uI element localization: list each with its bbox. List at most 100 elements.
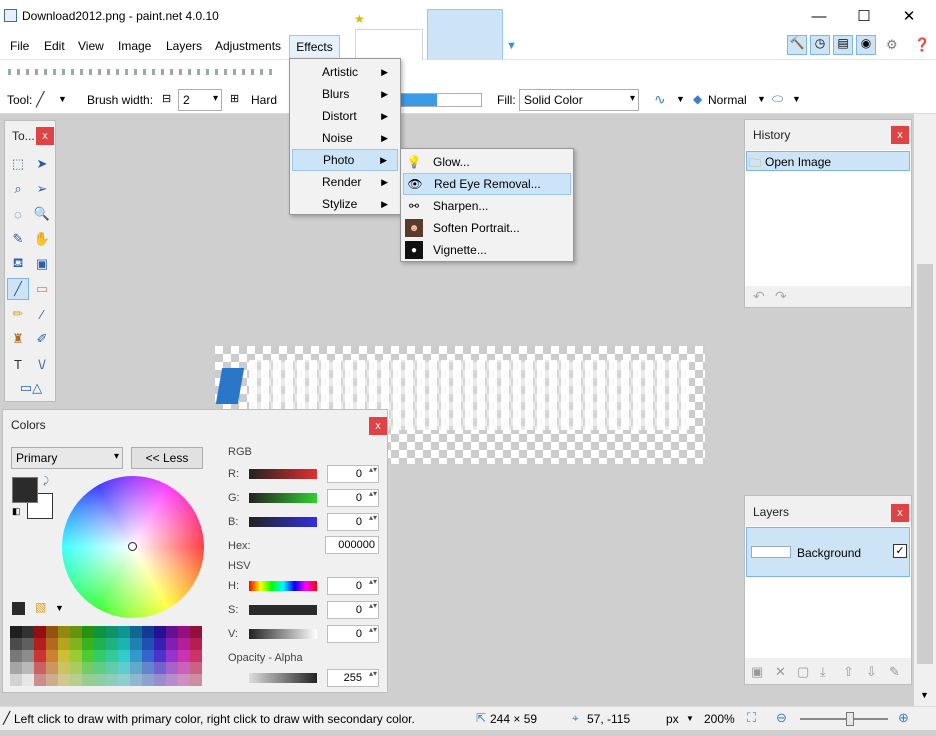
palette-swatch[interactable] [34,626,46,638]
palette-swatch[interactable] [130,674,142,686]
palette-swatch[interactable] [22,650,34,662]
menu-image[interactable]: Image [118,39,151,53]
palette-swatch[interactable] [190,638,202,650]
palette-swatch[interactable] [22,638,34,650]
layer-visibility-checkbox[interactable]: ✓ [893,544,907,558]
blend-mode-dropdown-icon[interactable]: ▼ [757,94,766,104]
blue-slider[interactable] [249,517,317,527]
palette-swatch[interactable] [166,674,178,686]
palette-swatch[interactable] [70,638,82,650]
reset-colors-icon[interactable]: ◧ [12,506,21,517]
palette-swatch[interactable] [130,626,142,638]
palette-swatch[interactable] [70,674,82,686]
zoom-level[interactable]: 200% [704,712,735,726]
palette-swatch[interactable] [94,662,106,674]
primary-mini-swatch[interactable] [12,602,25,615]
zoom-slider-thumb[interactable] [846,712,854,726]
move-layer-down-icon[interactable]: ⇩ [866,664,877,680]
green-input[interactable]: 0 [327,489,379,507]
palette-swatch[interactable] [34,674,46,686]
palette-swatch[interactable] [106,638,118,650]
opacity-slider[interactable] [249,673,317,683]
gradient-icon[interactable]: ▣ [31,253,53,275]
colors-toggle-icon[interactable]: ◉ [856,35,876,55]
palette-swatch[interactable] [58,650,70,662]
current-tool-brush-icon[interactable]: ╱ [36,91,44,108]
saturation-input[interactable]: 0 [327,601,379,619]
layers-panel-close-button[interactable]: x [891,504,909,522]
palette-swatch[interactable] [166,638,178,650]
palette-swatch[interactable] [70,650,82,662]
palette-swatch[interactable] [46,650,58,662]
palette-swatch[interactable] [94,626,106,638]
palette-swatch[interactable] [58,638,70,650]
add-layer-icon[interactable]: ▣ [751,664,763,680]
ellipse-select-icon[interactable]: ◌ [7,203,29,225]
red-input[interactable]: 0 [327,465,379,483]
red-slider[interactable] [249,469,317,479]
palette-swatch[interactable] [10,662,22,674]
palette-swatch[interactable] [178,674,190,686]
palette-swatch[interactable] [58,626,70,638]
palette-swatch[interactable] [118,638,130,650]
palette-swatch[interactable] [166,662,178,674]
palette-swatch[interactable] [82,662,94,674]
history-toggle-icon[interactable]: ◷ [810,35,830,55]
move-selected-icon[interactable]: ➤ [31,153,53,175]
palette-swatch[interactable] [106,626,118,638]
palette-swatch[interactable] [154,638,166,650]
palette-swatch[interactable] [82,674,94,686]
palette-swatch[interactable] [46,626,58,638]
palette-swatch[interactable] [10,626,22,638]
value-input[interactable]: 0 [327,625,379,643]
less-button[interactable]: << Less [131,447,203,469]
primary-color-swatch[interactable] [12,477,38,503]
palette-swatch[interactable] [166,650,178,662]
palette-swatch[interactable] [82,626,94,638]
blend-mode-icon[interactable]: ◆ [693,92,702,106]
menu-file[interactable]: File [10,39,29,53]
menu-view[interactable]: View [78,39,104,53]
tool-dropdown-arrow-icon[interactable]: ▼ [58,94,67,104]
help-icon[interactable]: ❓ [914,37,930,53]
palette-swatch[interactable] [34,638,46,650]
palette-swatch[interactable] [94,638,106,650]
eraser-icon[interactable]: ▭ [31,278,53,300]
hue-slider[interactable] [249,581,317,591]
palette-swatch[interactable] [58,662,70,674]
effects-item-photo[interactable]: Photo ▶ [292,149,398,171]
paintbrush-icon[interactable]: ╱ [7,278,29,300]
palette-swatch[interactable] [10,638,22,650]
palette-swatch[interactable] [118,626,130,638]
units-dropdown-icon[interactable]: ▼ [686,714,694,723]
palette-swatch[interactable] [190,674,202,686]
clone-stamp-icon[interactable]: ♜ [7,328,29,350]
menu-edit[interactable]: Edit [44,39,65,53]
effects-item-distort[interactable]: Distort ▶ [292,105,398,127]
close-button[interactable]: ✕ [886,0,932,32]
palette-swatch[interactable] [118,674,130,686]
color-wheel[interactable] [62,476,204,618]
saturation-slider[interactable] [249,605,317,615]
palette-swatch[interactable] [166,626,178,638]
hex-input[interactable]: 000000 [325,536,379,554]
text-icon[interactable]: T [7,353,29,375]
antialias-dropdown-icon[interactable]: ▼ [676,94,685,104]
opacity-input[interactable]: 255 [327,669,379,687]
colors-panel-close-button[interactable]: x [369,417,387,435]
palette-swatch[interactable] [154,674,166,686]
brush-width-spinner-icon[interactable]: ⊟ [162,92,171,105]
layer-properties-icon[interactable]: ✎ [889,664,900,680]
units-selector[interactable]: px [666,712,679,726]
green-slider[interactable] [249,493,317,503]
palette-swatch[interactable] [178,662,190,674]
fill-combo[interactable]: Solid Color ▾ [519,89,639,111]
blue-input[interactable]: 0 [327,513,379,531]
palette-swatch[interactable] [94,674,106,686]
swap-colors-icon[interactable]: ⤸ [43,476,49,487]
photo-item-sharpen[interactable]: ⚯ Sharpen... [403,195,571,217]
palette-swatch[interactable] [178,626,190,638]
menu-effects[interactable]: Effects [289,35,340,59]
color-palette[interactable] [10,626,202,688]
magic-wand-icon[interactable]: ✎ [7,228,29,250]
